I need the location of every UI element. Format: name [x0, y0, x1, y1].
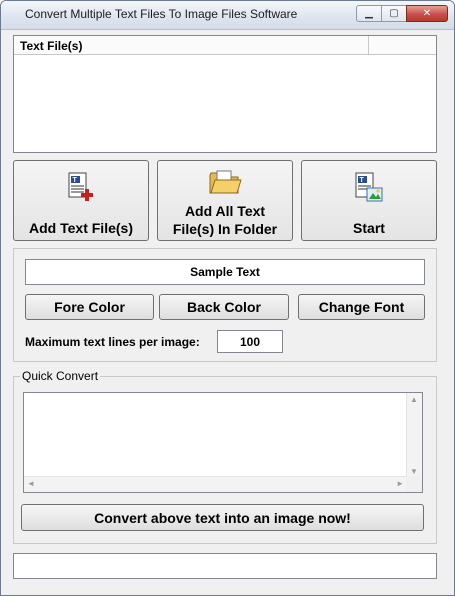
- scroll-right-icon[interactable]: ►: [396, 479, 404, 488]
- scroll-down-icon[interactable]: ▼: [410, 467, 418, 476]
- convert-now-button[interactable]: Convert above text into an image now!: [21, 504, 424, 531]
- svg-text:T: T: [360, 177, 365, 184]
- close-button[interactable]: ✕: [406, 5, 448, 22]
- folder-icon: [209, 170, 242, 194]
- max-lines-input[interactable]: 100: [217, 330, 283, 353]
- title-bar: Convert Multiple Text Files To Image Fil…: [1, 1, 454, 30]
- column-header-text-files[interactable]: Text File(s): [14, 36, 369, 54]
- add-text-files-label: Add Text File(s): [29, 220, 133, 236]
- status-bar: [13, 553, 437, 579]
- sample-text: Sample Text: [190, 265, 260, 279]
- scroll-left-icon[interactable]: ◄: [27, 479, 35, 488]
- add-file-icon: T: [68, 172, 93, 201]
- file-list-header: Text File(s): [14, 36, 436, 55]
- maximize-button[interactable]: ▢: [381, 5, 407, 22]
- add-folder-label-line2: File(s) In Folder: [172, 221, 278, 237]
- start-button[interactable]: T Start: [301, 160, 437, 241]
- minimize-button[interactable]: ▁: [356, 5, 382, 22]
- add-folder-button[interactable]: Add All Text File(s) In Folder: [157, 160, 293, 241]
- quick-convert-title: Quick Convert: [20, 369, 101, 383]
- add-folder-label-line1: Add All Text: [184, 203, 266, 219]
- maximize-icon: ▢: [389, 8, 399, 19]
- app-window: Convert Multiple Text Files To Image Fil…: [0, 0, 455, 596]
- sample-text-preview: Sample Text: [25, 259, 425, 285]
- back-color-button[interactable]: Back Color: [159, 294, 289, 320]
- convert-icon: T: [355, 172, 383, 202]
- minimize-icon: ▁: [365, 8, 373, 19]
- start-label: Start: [353, 220, 385, 236]
- vertical-scrollbar[interactable]: ▲ ▼: [406, 393, 422, 478]
- close-icon: ✕: [422, 8, 432, 19]
- add-text-files-button[interactable]: T Add Text File(s): [13, 160, 149, 241]
- svg-text:T: T: [73, 177, 78, 184]
- scroll-up-icon[interactable]: ▲: [410, 395, 418, 404]
- window-controls: ▁ ▢ ✕: [356, 5, 448, 23]
- file-list[interactable]: Text File(s): [13, 35, 437, 153]
- quick-convert-textarea[interactable]: ▲ ▼ ◄ ►: [23, 392, 423, 493]
- fore-color-button[interactable]: Fore Color: [25, 294, 154, 320]
- horizontal-scrollbar[interactable]: ◄ ►: [24, 476, 407, 492]
- max-lines-label: Maximum text lines per image:: [25, 335, 200, 349]
- column-header-extra[interactable]: [369, 36, 436, 54]
- window-title: Convert Multiple Text Files To Image Fil…: [25, 7, 298, 21]
- change-font-button[interactable]: Change Font: [298, 294, 425, 320]
- max-lines-value: 100: [239, 334, 261, 349]
- scrollbar-corner: [406, 476, 422, 492]
